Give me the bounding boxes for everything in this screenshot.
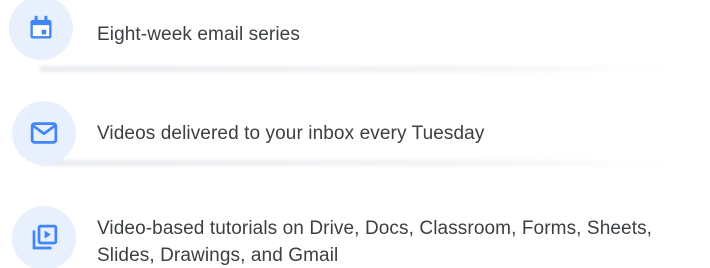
divider xyxy=(40,160,670,166)
video-library-icon xyxy=(32,224,58,250)
feature-list: Eight-week email series Videos delivered… xyxy=(0,0,710,268)
mail-icon xyxy=(30,122,58,144)
feature-text: Video-based tutorials on Drive, Docs, Cl… xyxy=(97,218,653,266)
mail-icon-badge xyxy=(12,101,76,165)
calendar-icon xyxy=(30,15,52,39)
divider xyxy=(40,66,670,72)
feature-text: Eight-week email series xyxy=(97,24,300,45)
video-library-icon-badge xyxy=(12,206,76,268)
feature-text: Videos delivered to your inbox every Tue… xyxy=(97,123,485,144)
